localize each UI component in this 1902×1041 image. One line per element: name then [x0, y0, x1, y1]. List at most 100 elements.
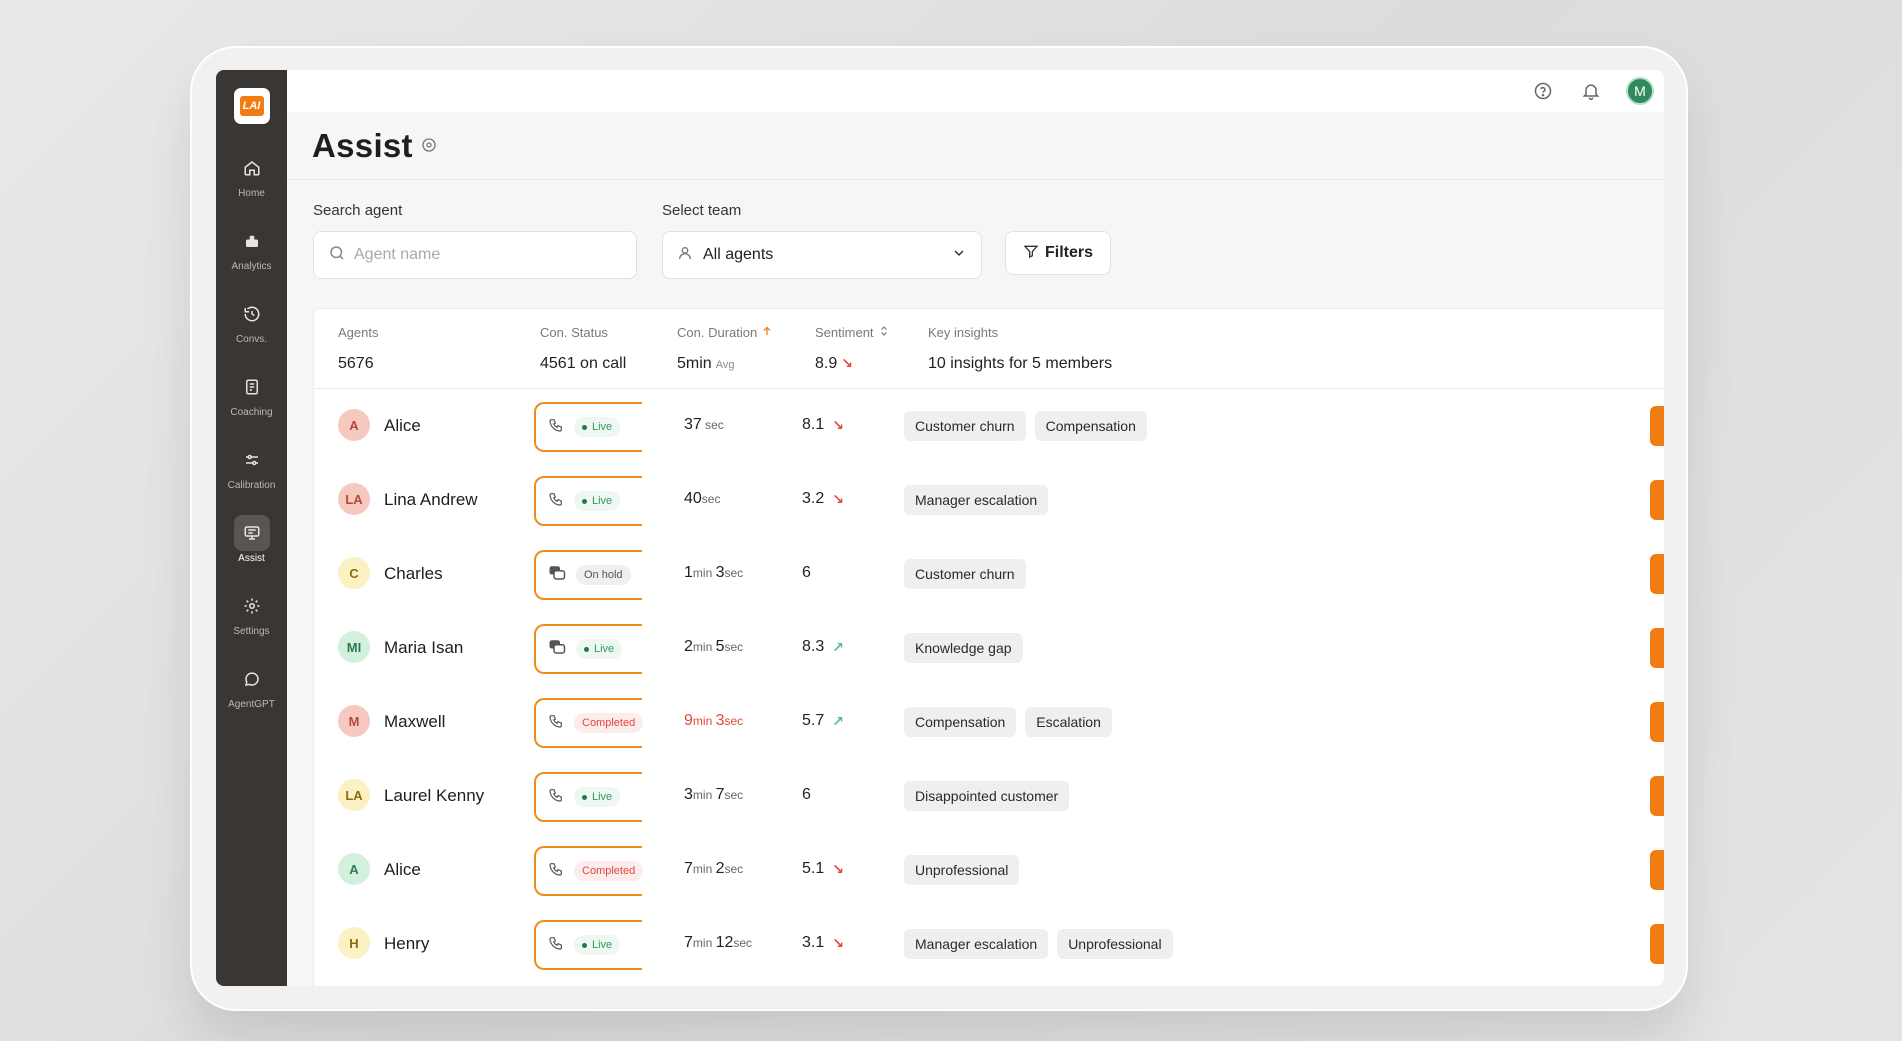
sentiment-value: 3.2 ↘	[802, 490, 844, 508]
summary-insights: Key insights 10 insights for 5 members	[928, 323, 1112, 373]
sentiment-value: 5.1 ↘	[802, 860, 844, 878]
status-cell[interactable]: Live	[534, 624, 642, 674]
summary-insights-value: 10 insights for 5 members	[928, 355, 1113, 372]
page-title: Assist	[312, 126, 413, 164]
message-button[interactable]	[1650, 406, 1664, 446]
insight-tag[interactable]: Compensation	[1034, 411, 1147, 441]
duration-number: 40	[684, 490, 702, 507]
duration-value: 2min 5sec	[684, 638, 743, 656]
status-cell[interactable]: Completed	[534, 698, 644, 748]
message-button[interactable]	[1650, 480, 1664, 520]
message-button[interactable]	[1650, 776, 1664, 816]
insight-tag[interactable]: Customer churn	[904, 559, 1026, 589]
bell-icon[interactable]	[1578, 78, 1604, 104]
status-cell[interactable]: Completed	[534, 846, 644, 896]
status-cell[interactable]: Live	[534, 772, 642, 822]
duration-unit: sec	[724, 788, 744, 802]
insight-tag[interactable]: Customer churn	[904, 411, 1026, 441]
duration-value: 3min 7sec	[684, 786, 743, 804]
status-badge: Live	[576, 639, 623, 659]
agent-name[interactable]: Henry	[384, 934, 429, 954]
agent-avatar: A	[338, 409, 370, 441]
agent-name[interactable]: Maxwell	[384, 712, 445, 732]
sidebar-label: Convs.	[235, 334, 268, 345]
insights-list: Customer churn	[904, 559, 1026, 589]
filters-label: Filters	[1044, 244, 1093, 261]
insight-tag[interactable]: Compensation	[904, 707, 1017, 737]
duration-unit: sec	[733, 936, 753, 950]
status-cell[interactable]: Live	[534, 476, 642, 526]
insight-tag[interactable]: Disappointed customer	[904, 781, 1070, 811]
agent-name[interactable]: Charles	[384, 564, 443, 584]
message-button[interactable]	[1650, 554, 1664, 594]
sentiment-score: 8.3	[802, 638, 825, 655]
agent-name[interactable]: Lina Andrew	[384, 490, 478, 510]
filters-button[interactable]: Filters	[1005, 231, 1111, 275]
search-input[interactable]	[354, 246, 624, 264]
summary-sentiment-value: 8.9	[815, 355, 838, 372]
column-header-duration[interactable]: Con. Duration	[677, 323, 773, 341]
duration-number: 3	[684, 786, 693, 803]
message-button[interactable]	[1650, 850, 1664, 890]
column-header-sentiment[interactable]: Sentiment	[815, 323, 890, 341]
table-row: MI Maria Isan Live 2min 5sec 8.3 ↗ Knowledge g…	[314, 611, 1664, 685]
trend-down-icon: ↘	[832, 860, 844, 877]
agents-table: Agents 5676 Con. Status 4561 on call Con…	[313, 308, 1664, 986]
insight-tag[interactable]: Unprofessional	[1057, 929, 1173, 959]
home-icon	[234, 150, 270, 186]
user-avatar[interactable]: M	[1626, 77, 1654, 105]
agent-avatar: M	[338, 705, 370, 737]
message-button[interactable]	[1650, 628, 1664, 668]
summary-status: Con. Status 4561 on call	[540, 323, 626, 373]
sidebar-item-agentgpt[interactable]: AgentGPT	[216, 655, 287, 728]
column-header-status[interactable]: Con. Status	[540, 323, 626, 341]
insight-tag[interactable]: Knowledge gap	[904, 633, 1023, 663]
duration-unit: min	[692, 862, 716, 876]
insights-list: Customer churn Compensation	[904, 411, 1147, 441]
sidebar-item-analytics[interactable]: Analytics	[216, 217, 287, 290]
insight-tag[interactable]: Unprofessional	[904, 855, 1020, 885]
search-field[interactable]	[313, 231, 637, 279]
trend-down-icon: ↘	[832, 416, 844, 433]
summary-status-value: 4561 on call	[540, 355, 627, 372]
analytics-icon	[234, 223, 270, 259]
info-icon[interactable]	[421, 137, 437, 158]
insight-tag[interactable]: Manager escalation	[904, 929, 1049, 959]
user-icon	[677, 245, 693, 266]
duration-number: 7	[684, 934, 693, 951]
duration-value: 1min 3sec	[684, 564, 743, 582]
sidebar-item-coaching[interactable]: Coaching	[216, 363, 287, 436]
sentiment-value: 6	[802, 786, 811, 804]
agent-avatar: MI	[338, 631, 370, 663]
summary-duration: Con. Duration 5min Avg	[677, 323, 773, 373]
status-badge: Live	[574, 935, 621, 955]
sidebar-item-home[interactable]: Home	[216, 144, 287, 217]
agent-name[interactable]: Maria Isan	[384, 638, 463, 658]
sidebar-item-assist[interactable]: Assist	[216, 509, 287, 582]
column-header-insights[interactable]: Key insights	[928, 323, 1112, 341]
status-cell[interactable]: Live	[534, 402, 642, 452]
duration-value: 37 sec	[684, 416, 724, 434]
insight-tag[interactable]: Escalation	[1025, 707, 1112, 737]
agent-name[interactable]: Laurel Kenny	[384, 786, 484, 806]
insights-list: Unprofessional	[904, 855, 1020, 885]
help-icon[interactable]	[1530, 78, 1556, 104]
sidebar-item-calibration[interactable]: Calibration	[216, 436, 287, 509]
agent-name[interactable]: Alice	[384, 416, 421, 436]
app-logo[interactable]: LAI	[233, 88, 270, 124]
sentiment-score: 3.1	[802, 934, 825, 951]
column-header-agents[interactable]: Agents	[338, 323, 378, 341]
trend-down-icon: ↘	[832, 934, 844, 951]
sidebar-item-convs[interactable]: Convs.	[216, 290, 287, 363]
team-select[interactable]: All agents	[662, 231, 982, 279]
message-button[interactable]	[1650, 702, 1664, 742]
sidebar: LAI Home Analytics Convs. Coaching Calib…	[216, 70, 287, 986]
status-cell[interactable]: On hold	[534, 550, 642, 600]
sentiment-value: 8.1 ↘	[802, 416, 844, 434]
status-badge: Live	[574, 417, 621, 437]
status-cell[interactable]: Live	[534, 920, 642, 970]
sidebar-item-settings[interactable]: Settings	[216, 582, 287, 655]
insight-tag[interactable]: Manager escalation	[904, 485, 1049, 515]
agent-name[interactable]: Alice	[384, 860, 421, 880]
message-button[interactable]	[1650, 924, 1664, 964]
